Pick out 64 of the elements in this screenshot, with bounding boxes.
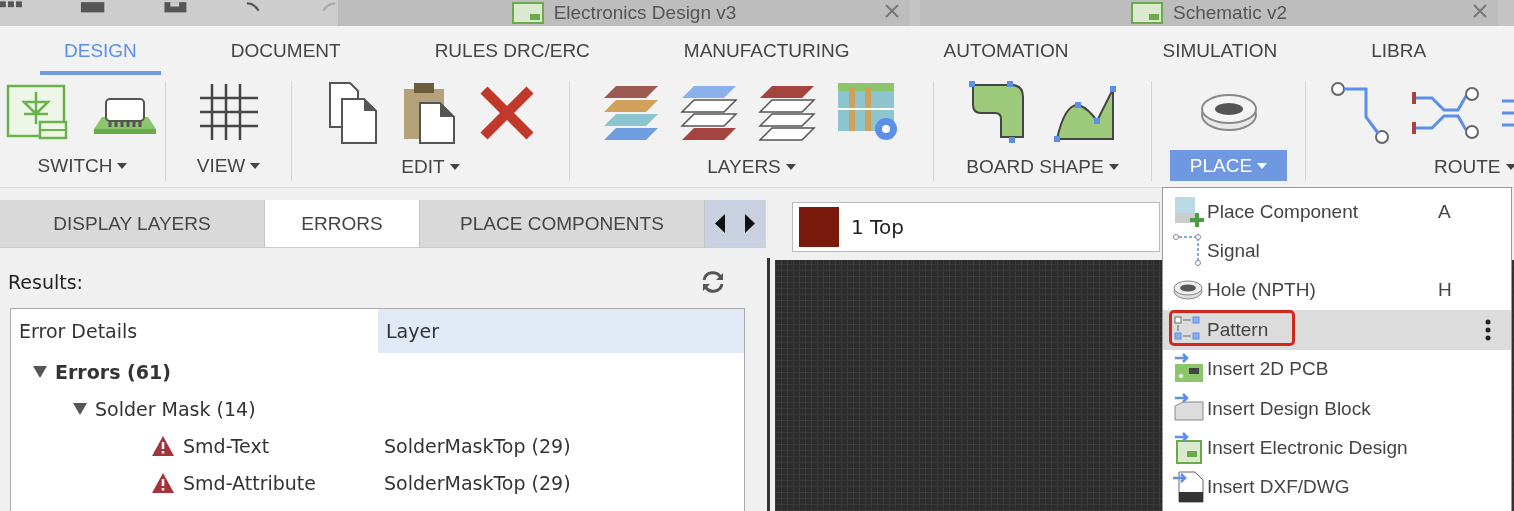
column-header[interactable]: Error Details: [11, 309, 378, 353]
menu-item-icon: [1173, 194, 1205, 229]
grid-icon[interactable]: [197, 81, 260, 142]
diff-pair-icon[interactable]: [1410, 86, 1480, 140]
ribbon-tab[interactable]: MANUFACTURING: [659, 26, 874, 75]
layer-color-icon: [799, 207, 839, 247]
warning-icon: [151, 471, 175, 494]
trace-icon[interactable]: [1330, 81, 1390, 145]
group-dropdown[interactable]: SWITCH: [17, 150, 148, 181]
refresh-icon[interactable]: [700, 270, 726, 294]
caret-icon: [449, 164, 460, 170]
layer-dropdown[interactable]: 1 Top: [792, 202, 1160, 252]
menu-item[interactable]: Place Component A: [1163, 192, 1511, 232]
file-tab[interactable]: Schematic v2: [920, 0, 1498, 26]
menu-item[interactable]: Insert Design Block: [1163, 388, 1511, 429]
tree-group[interactable]: Errors (61): [55, 360, 171, 383]
caret-icon: [785, 164, 796, 170]
menu-item[interactable]: Insert 2D PCB: [1163, 349, 1511, 389]
caret-icon: [117, 162, 128, 169]
document-title: Schematic v2: [1172, 3, 1287, 23]
group-dropdown[interactable]: VIEW: [176, 150, 281, 181]
panel-tab[interactable]: ERRORS: [265, 200, 420, 247]
ribbon-tab[interactable]: DOCUMENT: [206, 26, 365, 75]
tree-group[interactable]: Solder Mask (14): [95, 397, 256, 420]
layer-name: SolderMaskTop (29): [383, 434, 572, 457]
more-icon[interactable]: [1485, 319, 1491, 342]
menu-item[interactable]: Insert DXF/DWG: [1163, 467, 1511, 508]
menu-item[interactable]: Signal: [1163, 231, 1511, 271]
caret-icon: [1257, 162, 1268, 169]
delete-icon[interactable]: [477, 84, 536, 142]
grid-menu-icon[interactable]: [0, 0, 22, 10]
caret-icon: [1505, 164, 1514, 170]
menu-item-icon: [1173, 470, 1205, 505]
board-icon: [511, 2, 544, 24]
menu-item[interactable]: Insert Electronic Design: [1163, 428, 1511, 468]
error-name[interactable]: Smd-Text: [183, 434, 270, 457]
document-title: Electronics Design v3: [553, 3, 737, 23]
group-dropdown[interactable]: LAYERS: [687, 153, 816, 181]
board-curve-icon[interactable]: [1052, 83, 1119, 143]
expand-arrow-icon[interactable]: [73, 402, 87, 415]
shortcut-key: A: [1438, 200, 1451, 223]
menu-item-icon: [1173, 431, 1205, 466]
group-dropdown[interactable]: ROUTE: [1306, 153, 1514, 181]
menu-item[interactable]: Hole (NPTH) H: [1163, 270, 1511, 311]
board-icon: [1130, 2, 1163, 24]
caret-icon: [1108, 164, 1119, 170]
group-dropdown[interactable]: EDIT: [381, 153, 480, 181]
caret-icon: [250, 162, 261, 169]
layer-name: SolderMaskTop (29): [383, 471, 572, 494]
results-label: Results:: [8, 271, 83, 293]
file-tab[interactable]: Electronics Design v3: [338, 0, 910, 26]
ribbon-tab[interactable]: RULES DRC/ERC: [410, 26, 614, 75]
menu-item[interactable]: Pattern: [1163, 310, 1511, 350]
ribbon-tab[interactable]: AUTOMATION: [919, 26, 1093, 75]
paste-icon[interactable]: [401, 81, 458, 145]
expand-arrow-icon[interactable]: [33, 365, 47, 378]
error-name[interactable]: Smd-Attribute: [183, 471, 316, 494]
shortcut-key: H: [1438, 279, 1452, 302]
group-dropdown[interactable]: BOARD SHAPE: [946, 153, 1139, 181]
ribbon-tab[interactable]: LIBRA: [1347, 26, 1451, 75]
column-header[interactable]: Layer: [378, 309, 744, 353]
ribbon-tab[interactable]: SIMULATION: [1138, 26, 1302, 75]
switch-icon[interactable]: [5, 83, 70, 140]
warning-icon: [151, 434, 175, 457]
